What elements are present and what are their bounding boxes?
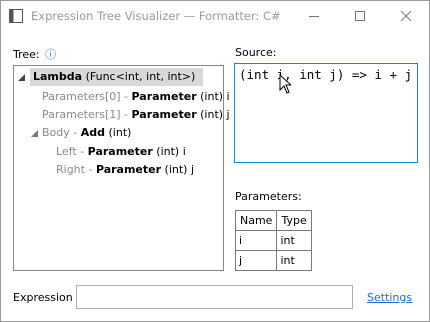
- settings-link[interactable]: Settings: [367, 291, 412, 304]
- tree-node-body[interactable]: Body - Add (int): [42, 124, 131, 142]
- expression-label: Expression: [13, 291, 73, 304]
- expression-input[interactable]: [76, 285, 353, 309]
- expanded-triangle-icon[interactable]: [18, 74, 25, 81]
- node-prefix: Left -: [56, 145, 88, 158]
- node-name: Parameter: [131, 90, 197, 103]
- close-icon: [400, 10, 412, 22]
- param-type-cell[interactable]: int: [276, 230, 313, 251]
- info-icon[interactable]: ⓘ: [45, 48, 56, 61]
- expression-tree-view[interactable]: Lambda (Func<int, int, int>) Parameters[…: [13, 65, 230, 271]
- param-type-cell[interactable]: int: [276, 250, 313, 271]
- close-button[interactable]: [383, 1, 429, 31]
- node-prefix: Parameters[0] -: [42, 90, 132, 103]
- param-name-cell[interactable]: j: [234, 250, 278, 271]
- app-icon: [9, 9, 23, 23]
- table-header-row: Name Type: [234, 210, 313, 231]
- title-bar[interactable]: Expression Tree Visualizer — Formatter: …: [1, 1, 429, 31]
- node-detail: (int): [105, 126, 132, 139]
- param-name-cell[interactable]: i: [234, 230, 278, 251]
- table-row[interactable]: j int: [234, 250, 313, 271]
- expanded-triangle-icon[interactable]: [31, 130, 38, 137]
- source-code[interactable]: (int i, int j) => i + j: [239, 67, 412, 82]
- mouse-cursor-icon: [279, 74, 291, 94]
- node-detail: (int) i: [196, 90, 230, 103]
- node-detail: (int) i: [152, 145, 186, 158]
- tree-node-parameters-1[interactable]: Parameters[1] - Parameter (int) j: [42, 106, 230, 124]
- parameters-label: Parameters:: [235, 190, 302, 203]
- node-prefix: Right -: [56, 163, 96, 176]
- column-header-name[interactable]: Name: [234, 210, 278, 231]
- tree-node-left[interactable]: Left - Parameter (int) i: [56, 143, 186, 161]
- maximize-icon: [355, 11, 365, 21]
- parameters-table: Name Type i int j int: [234, 210, 313, 271]
- node-name: Lambda: [33, 70, 83, 83]
- tree-label: Tree: ⓘ: [13, 46, 56, 62]
- source-code-box[interactable]: (int i, int j) => i + j: [234, 63, 418, 163]
- tree-node-lambda[interactable]: Lambda (Func<int, int, int>): [30, 68, 204, 86]
- node-name: Parameter: [131, 108, 197, 121]
- node-name: Parameter: [87, 145, 153, 158]
- node-name: Add: [80, 126, 105, 139]
- tree-node-parameters-0[interactable]: Parameters[0] - Parameter (int) i: [42, 88, 230, 106]
- node-name: Parameter: [95, 163, 162, 176]
- node-detail: (Func<int, int, int>): [85, 70, 196, 83]
- minimize-icon: [309, 16, 319, 17]
- node-prefix: Body -: [42, 126, 81, 139]
- table-row[interactable]: i int: [234, 230, 313, 251]
- source-label: Source:: [235, 46, 277, 59]
- node-detail: (int) j: [161, 163, 195, 176]
- window-title: Expression Tree Visualizer — Formatter: …: [31, 9, 281, 23]
- node-prefix: Parameters[1] -: [42, 108, 132, 121]
- node-detail: (int) j: [196, 108, 230, 121]
- visualizer-window: Expression Tree Visualizer — Formatter: …: [0, 0, 430, 322]
- maximize-button[interactable]: [337, 1, 383, 31]
- tree-node-right[interactable]: Right - Parameter (int) j: [56, 161, 194, 179]
- column-header-type[interactable]: Type: [276, 210, 313, 231]
- tree-label-text: Tree:: [13, 48, 40, 61]
- minimize-button[interactable]: [291, 1, 337, 31]
